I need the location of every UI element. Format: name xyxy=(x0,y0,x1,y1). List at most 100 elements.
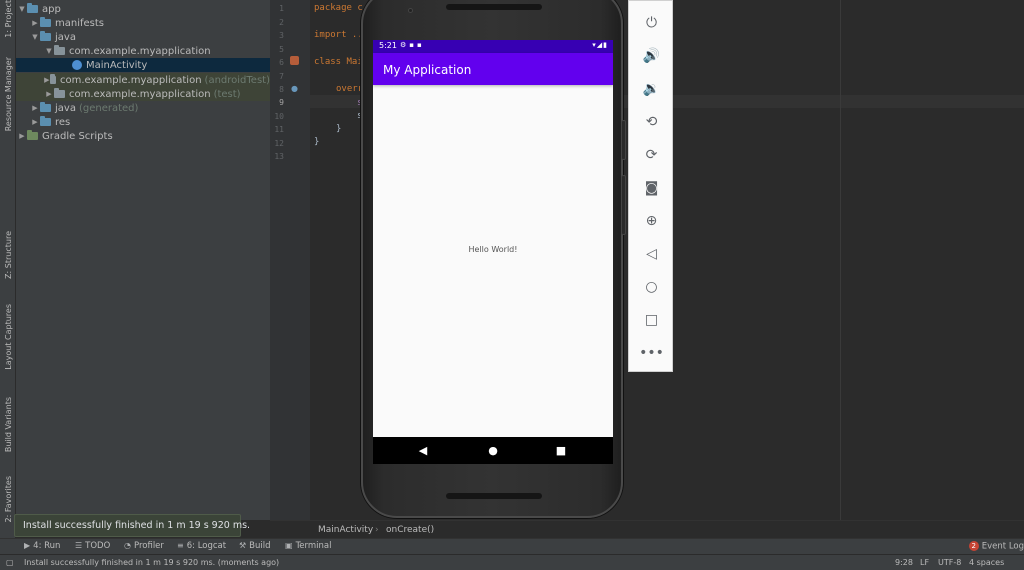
logcat-icon: ≡ xyxy=(177,541,184,550)
tree-item-test-package[interactable]: ▶ com.example.myapplication (test) xyxy=(16,87,270,101)
nav-home-icon[interactable]: ● xyxy=(478,437,508,464)
package-icon xyxy=(54,88,65,98)
line-number: 13 xyxy=(274,152,284,161)
chevron-right-icon[interactable]: ▶ xyxy=(30,19,40,27)
module-folder-icon xyxy=(27,3,38,13)
emulator-screen[interactable]: 5:21 ⚙▪▪ ▾◢▮ My Application Hello World!… xyxy=(373,40,613,464)
volume-down-icon[interactable]: 🔉 xyxy=(629,77,674,101)
overview-icon[interactable]: □ xyxy=(629,308,674,332)
line-number: 12 xyxy=(274,139,284,148)
more-icon[interactable]: ••• xyxy=(629,341,674,365)
tab-run-prefix: 4: xyxy=(33,541,42,551)
indent-setting[interactable]: 4 spaces xyxy=(969,558,1004,567)
editor-gutter: 1 2 3 5 6 7 8 9 10 11 12 13 ● xyxy=(270,0,310,520)
line-separator[interactable]: LF xyxy=(920,558,929,567)
tree-item-android-test-package[interactable]: ▶ com.example.myapplication (androidTest… xyxy=(16,73,270,87)
tab-resource-manager[interactable]: Resource Manager xyxy=(0,50,16,138)
terminal-icon: ▣ xyxy=(285,541,293,550)
tab-structure-label: Z: Structure xyxy=(3,231,13,279)
event-count-badge: 2 xyxy=(968,541,979,551)
rotate-left-icon[interactable]: ⟲ xyxy=(629,110,674,134)
tab-logcat[interactable]: ≡ 6: Logcat xyxy=(177,541,226,551)
tree-item-label: MainActivity xyxy=(86,59,148,71)
event-log-tab[interactable]: 2 Event Log xyxy=(968,541,1024,552)
tree-item-package[interactable]: ▼ com.example.myapplication xyxy=(16,44,270,58)
app-bar: My Application xyxy=(373,53,613,85)
tab-profiler[interactable]: ◔ Profiler xyxy=(124,541,164,551)
chevron-down-icon[interactable]: ▼ xyxy=(30,33,40,41)
tab-run-label: Run xyxy=(44,541,61,551)
phone-volume-button xyxy=(621,175,626,235)
status-toggle-icon[interactable]: ▢ xyxy=(6,558,14,567)
tree-item-mainactivity[interactable]: MainActivity xyxy=(16,58,270,72)
signal-battery-icons: ▾◢▮ xyxy=(592,41,608,49)
line-number: 2 xyxy=(279,18,284,27)
screenshot-icon[interactable]: ◙ xyxy=(629,176,674,200)
tab-structure[interactable]: Z: Structure xyxy=(0,226,16,284)
home-icon[interactable]: ○ xyxy=(629,275,674,299)
rotate-right-icon[interactable]: ⟳ xyxy=(629,143,674,167)
phone-status-bar: 5:21 ⚙▪▪ ▾◢▮ xyxy=(373,40,613,53)
tree-item-gradle-scripts[interactable]: ▶ Gradle Scripts xyxy=(16,129,270,143)
back-icon[interactable]: ◁ xyxy=(629,242,674,266)
tree-item-label: res xyxy=(55,116,71,128)
tab-build-variants[interactable]: Build Variants xyxy=(0,392,16,458)
bottom-speaker xyxy=(446,493,542,499)
zoom-icon[interactable]: ⊕ xyxy=(629,209,674,233)
tab-terminal[interactable]: ▣ Terminal xyxy=(285,541,331,551)
left-tool-stripe: 1: Project Resource Manager Z: Structure… xyxy=(0,0,16,540)
android-studio-window: { "left_tool_tabs": [ {"label": "1: Proj… xyxy=(0,0,1024,570)
code-line: overr xyxy=(336,84,364,94)
run-gutter-icon[interactable] xyxy=(290,56,299,65)
code-line: package c xyxy=(314,3,363,13)
status-bar: ▢ Install successfully finished in 1 m 1… xyxy=(0,554,1024,570)
line-number: 3 xyxy=(279,31,284,40)
chevron-right-icon[interactable]: ▶ xyxy=(44,76,50,84)
tree-item-java-generated[interactable]: ▶ java (generated) xyxy=(16,101,270,115)
tab-project[interactable]: 1: Project xyxy=(0,0,16,38)
volume-up-icon[interactable]: 🔊 xyxy=(629,44,674,68)
breadcrumb-method[interactable]: onCreate() xyxy=(386,525,434,535)
override-gutter-icon[interactable]: ● xyxy=(291,84,298,93)
status-message[interactable]: Install successfully finished in 1 m 19 … xyxy=(24,558,279,567)
nav-back-icon[interactable]: ◀ xyxy=(408,437,438,464)
tab-layout-captures[interactable]: Layout Captures xyxy=(0,298,16,376)
bottom-tool-bar: ▶ 4: Run ☰ TODO ◔ Profiler ≡ 6: Logcat ⚒ Buil… xyxy=(0,538,1024,554)
power-icon[interactable]: ⏻ xyxy=(629,11,674,35)
tab-todo[interactable]: ☰ TODO xyxy=(75,541,110,551)
top-speaker xyxy=(446,4,542,10)
tab-build[interactable]: ⚒ Build xyxy=(239,541,271,551)
tab-logcat-label: Logcat xyxy=(197,541,227,551)
tab-build-label: Build xyxy=(249,541,271,551)
tree-item-manifests[interactable]: ▶ manifests xyxy=(16,16,270,30)
tab-project-label: 1: Project xyxy=(3,0,13,38)
chevron-down-icon[interactable]: ▼ xyxy=(17,5,27,13)
chevron-down-icon[interactable]: ▼ xyxy=(44,47,54,55)
nav-overview-icon[interactable]: ■ xyxy=(546,437,576,464)
tree-item-label: java xyxy=(55,31,76,43)
folder-icon xyxy=(40,31,51,41)
code-line: } xyxy=(314,137,320,147)
tree-item-java[interactable]: ▼ java xyxy=(16,30,270,44)
file-encoding[interactable]: UTF-8 xyxy=(938,558,961,567)
app-title: My Application xyxy=(383,63,472,77)
tab-run[interactable]: ▶ 4: Run xyxy=(24,541,60,551)
tree-item-label: com.example.myapplication xyxy=(59,74,202,86)
chevron-right-icon[interactable]: ▶ xyxy=(44,90,54,98)
emulator-device-frame: 5:21 ⚙▪▪ ▾◢▮ My Application Hello World!… xyxy=(361,0,623,518)
tree-item-res[interactable]: ▶ res xyxy=(16,115,270,129)
line-number: 6 xyxy=(279,58,284,67)
tab-favorites-label: 2: Favorites xyxy=(3,475,13,523)
line-number: 5 xyxy=(279,45,284,54)
chevron-right-icon[interactable]: ▶ xyxy=(30,104,40,112)
folder-icon xyxy=(40,17,51,27)
tree-item-app[interactable]: ▼ app xyxy=(16,2,270,16)
install-toast[interactable]: Install successfully finished in 1 m 19 … xyxy=(14,514,250,537)
gradle-icon xyxy=(27,130,38,140)
profiler-icon: ◔ xyxy=(124,541,131,550)
chevron-right-icon[interactable]: ▶ xyxy=(17,132,27,140)
tab-terminal-label: Terminal xyxy=(295,541,332,551)
caret-position[interactable]: 9:28 xyxy=(895,558,913,567)
breadcrumb-file[interactable]: MainActivity xyxy=(318,525,373,535)
chevron-right-icon[interactable]: ▶ xyxy=(30,118,40,126)
